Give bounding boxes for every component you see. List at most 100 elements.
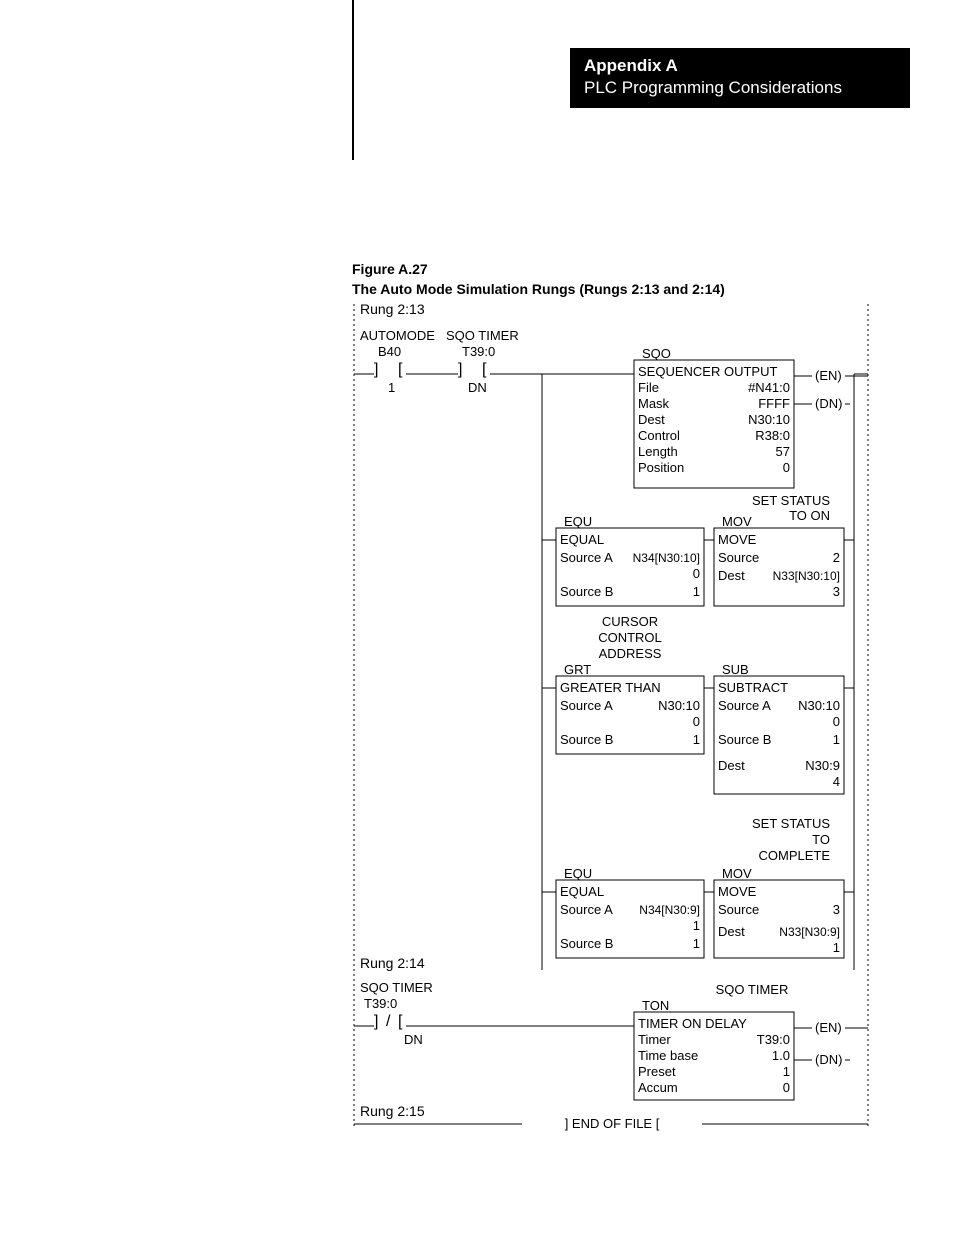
svg-text:CONTROL: CONTROL [598, 630, 662, 645]
svg-text:0: 0 [783, 1080, 790, 1095]
top-margin-rule [352, 0, 354, 160]
mov-1-block: MOV MOVE Source2 DestN33[N30:10] 3 [714, 514, 844, 606]
ladder-diagram: Rung 2:13 AUTOMODE B40 ] [ 1 SQO TIMER T… [352, 300, 872, 1140]
svg-text:(DN): (DN) [815, 1052, 842, 1067]
svg-text:(DN): (DN) [815, 396, 842, 411]
svg-text:Source A: Source A [560, 902, 613, 917]
svg-text:EQU: EQU [564, 866, 592, 881]
svg-text:N30:10: N30:10 [798, 698, 840, 713]
svg-text:3: 3 [833, 902, 840, 917]
svg-text:Timer: Timer [638, 1032, 671, 1047]
svg-text:1: 1 [833, 732, 840, 747]
svg-text:(EN): (EN) [815, 368, 842, 383]
svg-text:MOVE: MOVE [718, 884, 757, 899]
svg-text:DN: DN [468, 380, 487, 395]
svg-text:SQO: SQO [642, 346, 671, 361]
svg-text:N33[N30:10]: N33[N30:10] [773, 569, 840, 583]
rung-213: AUTOMODE B40 ] [ 1 SQO TIMER T39:0 ] [ D… [354, 328, 868, 970]
svg-text:EQUAL: EQUAL [560, 884, 604, 899]
svg-text:Source: Source [718, 902, 759, 917]
svg-text:SQO TIMER: SQO TIMER [360, 980, 433, 995]
svg-text:AUTOMODE: AUTOMODE [360, 328, 435, 343]
svg-text:DN: DN [404, 1032, 423, 1047]
svg-text:Dest: Dest [718, 758, 745, 773]
svg-text:Dest: Dest [638, 412, 665, 427]
svg-text:Length: Length [638, 444, 678, 459]
equ-2-block: EQU EQUAL Source A N34[N30:9] 1 Source B 1 [556, 866, 704, 958]
svg-text:1: 1 [693, 918, 700, 933]
svg-text:SET STATUS: SET STATUS [752, 816, 830, 831]
svg-text:0: 0 [833, 714, 840, 729]
svg-text:1: 1 [833, 940, 840, 955]
svg-text:Source B: Source B [560, 584, 613, 599]
end-of-file: ] END OF FILE [ [565, 1116, 660, 1131]
svg-text:GREATER THAN: GREATER THAN [560, 680, 661, 695]
svg-text:Source B: Source B [560, 936, 613, 951]
svg-text:N34[N30:9]: N34[N30:9] [639, 903, 700, 917]
svg-text:1: 1 [783, 1064, 790, 1079]
mov-2-block: MOV MOVE Source 3 Dest N33[N30:9] 1 [714, 866, 844, 958]
svg-text:Dest: Dest [718, 924, 745, 939]
svg-text:Source A: Source A [560, 550, 613, 565]
svg-text:57: 57 [776, 444, 790, 459]
svg-text:N33[N30:9]: N33[N30:9] [779, 925, 840, 939]
svg-text:T39:0: T39:0 [757, 1032, 790, 1047]
svg-text:/: / [386, 1013, 391, 1030]
svg-text:Control: Control [638, 428, 680, 443]
svg-text:File: File [638, 380, 659, 395]
svg-text:EQUAL: EQUAL [560, 532, 604, 547]
rung-214-label: Rung 2:14 [360, 955, 425, 971]
svg-text:ADDRESS: ADDRESS [599, 646, 662, 661]
svg-text:SUBTRACT: SUBTRACT [718, 680, 788, 695]
svg-text:EQU: EQU [564, 514, 592, 529]
grt-block: GRT GREATER THAN Source AN30:10 0 Source… [556, 662, 704, 754]
svg-text:N34[N30:10]: N34[N30:10] [633, 551, 700, 565]
svg-text:GRT: GRT [564, 662, 591, 677]
sub-block: SUB SUBTRACT Source AN30:10 0 Source B1 … [714, 662, 844, 794]
svg-text:TON: TON [642, 998, 669, 1013]
svg-text:Source: Source [718, 550, 759, 565]
svg-text:B40: B40 [378, 344, 401, 359]
svg-text:N30:10: N30:10 [658, 698, 700, 713]
svg-text:0: 0 [693, 566, 700, 581]
svg-text:]: ] [374, 361, 378, 378]
svg-text:SUB: SUB [722, 662, 749, 677]
svg-text:Dest: Dest [718, 568, 745, 583]
svg-text:Time base: Time base [638, 1048, 698, 1063]
svg-text:FFFF: FFFF [758, 396, 790, 411]
svg-text:1: 1 [693, 584, 700, 599]
svg-text:Mask: Mask [638, 396, 670, 411]
svg-text:1: 1 [693, 936, 700, 951]
svg-text:#N41:0: #N41:0 [748, 380, 790, 395]
svg-text:3: 3 [833, 584, 840, 599]
svg-text:SQO TIMER: SQO TIMER [716, 982, 789, 997]
equ-1-block: EQU EQUAL Source A N34[N30:10] 0 Source B… [556, 514, 704, 606]
svg-text:MOVE: MOVE [718, 532, 757, 547]
svg-text:MOV: MOV [722, 514, 752, 529]
svg-text:(EN): (EN) [815, 1020, 842, 1035]
svg-text:Source A: Source A [718, 698, 771, 713]
figure-number: Figure A.27 [352, 261, 428, 277]
svg-text:1: 1 [693, 732, 700, 747]
svg-text:TIMER ON DELAY: TIMER ON DELAY [638, 1016, 747, 1031]
svg-text:TO: TO [812, 832, 830, 847]
svg-text:0: 0 [693, 714, 700, 729]
svg-text:R38:0: R38:0 [755, 428, 790, 443]
rung-214: SQO TIMER T39:0 ] / [ DN SQO TIMER TON T… [354, 980, 868, 1100]
svg-text:Position: Position [638, 460, 684, 475]
svg-text:TO ON: TO ON [789, 508, 830, 523]
figure-caption: Figure A.27 The Auto Mode Simulation Run… [352, 260, 725, 299]
svg-text:0: 0 [783, 460, 790, 475]
svg-text:N30:9: N30:9 [805, 758, 840, 773]
svg-text:SQO TIMER: SQO TIMER [446, 328, 519, 343]
svg-text:1: 1 [388, 380, 395, 395]
svg-text:]: ] [458, 361, 462, 378]
svg-text:SEQUENCER OUTPUT: SEQUENCER OUTPUT [638, 364, 777, 379]
svg-text:Accum: Accum [638, 1080, 678, 1095]
rung-215-label: Rung 2:15 [360, 1103, 425, 1119]
figure-title: The Auto Mode Simulation Rungs (Rungs 2:… [352, 281, 725, 297]
header-banner: Appendix A PLC Programming Consideration… [570, 48, 910, 108]
sqo-block: SQO SEQUENCER OUTPUT File #N41:0 Mask FFFF… [634, 346, 868, 488]
svg-text:MOV: MOV [722, 866, 752, 881]
svg-text:Source B: Source B [560, 732, 613, 747]
